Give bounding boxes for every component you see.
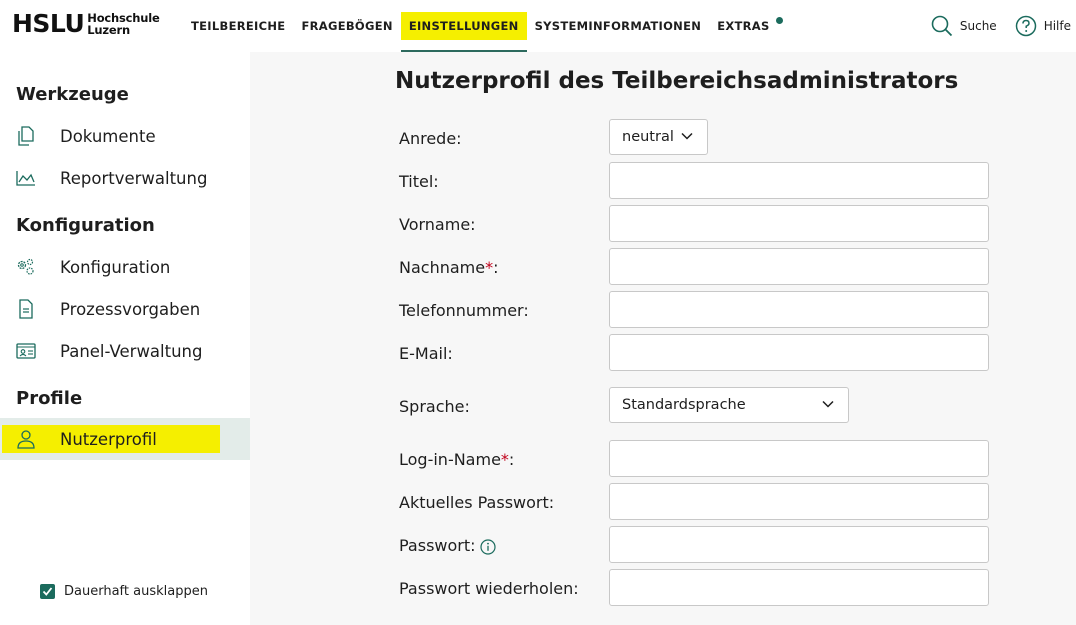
vorname-input[interactable] bbox=[609, 205, 989, 242]
required-marker: * bbox=[500, 450, 509, 469]
nav-systeminformationen[interactable]: SYSTEMINFORMATIONEN bbox=[527, 0, 710, 52]
nav-teilbereiche[interactable]: TEILBEREICHE bbox=[183, 0, 293, 52]
file-icon bbox=[16, 299, 36, 319]
main-nav: TEILBEREICHE FRAGEBÖGEN EINSTELLUNGEN SY… bbox=[183, 0, 784, 52]
sidebar-heading-profile: Profile bbox=[16, 388, 83, 409]
gears-icon bbox=[16, 257, 36, 277]
id-card-icon bbox=[16, 341, 36, 361]
keep-expanded-toggle[interactable]: Dauerhaft ausklappen bbox=[40, 584, 208, 599]
aktuelles-passwort-input[interactable] bbox=[609, 483, 989, 520]
passwort-wiederholen-input[interactable] bbox=[609, 569, 989, 606]
chevron-down-icon bbox=[681, 132, 693, 140]
label-passwort: Passwort: bbox=[399, 536, 496, 555]
label-passwort-wiederholen: Passwort wiederholen: bbox=[399, 579, 579, 598]
nachname-input[interactable] bbox=[609, 248, 989, 285]
label-titel: Titel: bbox=[399, 172, 439, 191]
telefonnummer-input[interactable] bbox=[609, 291, 989, 328]
notification-dot bbox=[775, 17, 783, 24]
label-email: E-Mail: bbox=[399, 344, 453, 363]
help-icon bbox=[1015, 15, 1036, 37]
redacted-value bbox=[615, 450, 723, 470]
sidebar-heading-konfiguration: Konfiguration bbox=[16, 215, 155, 236]
info-icon[interactable] bbox=[479, 538, 496, 555]
nav-extras[interactable]: EXTRAS bbox=[709, 0, 783, 52]
search-icon bbox=[931, 15, 953, 37]
sidebar-heading-werkzeuge: Werkzeuge bbox=[16, 84, 129, 105]
nav-einstellungen[interactable]: EINSTELLUNGEN bbox=[400, 0, 527, 52]
label-nachname: Nachname*: bbox=[399, 258, 499, 277]
label-sprache: Sprache: bbox=[399, 397, 470, 416]
header-tools: Suche Hilfe bbox=[913, 0, 1071, 52]
label-telefonnummer: Telefonnummer: bbox=[399, 301, 529, 320]
help-button[interactable]: Hilfe bbox=[1015, 15, 1071, 37]
sidebar-item-nutzerprofil[interactable]: Nutzerprofil bbox=[0, 418, 250, 460]
label-aktuelles-passwort: Aktuelles Passwort: bbox=[399, 493, 555, 512]
sidebar-item-konfiguration[interactable]: Konfiguration bbox=[0, 246, 250, 288]
passwort-input[interactable] bbox=[609, 526, 989, 563]
chart-icon bbox=[16, 168, 36, 188]
hslu-logo[interactable]: HSLU Hochschule Luzern bbox=[12, 11, 160, 36]
logo-wordmark: HSLU bbox=[12, 9, 85, 38]
email-input[interactable] bbox=[609, 334, 989, 371]
logo-subtitle: Hochschule Luzern bbox=[87, 10, 160, 37]
required-marker: * bbox=[485, 258, 494, 277]
user-icon bbox=[16, 429, 36, 449]
sidebar: Werkzeuge Dokumente Reportverwaltung Kon… bbox=[0, 52, 250, 625]
chevron-down-icon bbox=[822, 400, 834, 408]
sidebar-item-reportverwaltung[interactable]: Reportverwaltung bbox=[0, 157, 250, 199]
checkmark-icon bbox=[42, 587, 53, 596]
search-button[interactable]: Suche bbox=[931, 15, 997, 37]
keep-expanded-checkbox[interactable] bbox=[40, 584, 55, 599]
page-title: Nutzerprofil des Teilbereichsadministrat… bbox=[395, 68, 959, 94]
sprache-select[interactable]: Standardsprache bbox=[609, 387, 849, 423]
nav-frageboegen[interactable]: FRAGEBÖGEN bbox=[293, 0, 400, 52]
label-vorname: Vorname: bbox=[399, 215, 476, 234]
label-login-name: Log-in-Name*: bbox=[399, 450, 515, 469]
documents-icon bbox=[16, 126, 36, 146]
anrede-select[interactable]: neutral bbox=[609, 119, 708, 155]
label-anrede: Anrede: bbox=[399, 129, 462, 148]
sidebar-item-panel-verwaltung[interactable]: Panel-Verwaltung bbox=[0, 330, 250, 372]
top-bar: HSLU Hochschule Luzern TEILBEREICHE FRAG… bbox=[0, 0, 1076, 52]
login-name-input[interactable] bbox=[609, 440, 989, 477]
redacted-value bbox=[615, 257, 713, 277]
sidebar-item-dokumente[interactable]: Dokumente bbox=[0, 115, 250, 157]
main-content: Nutzerprofil des Teilbereichsadministrat… bbox=[250, 52, 1076, 625]
titel-input[interactable] bbox=[609, 162, 989, 199]
sidebar-item-prozessvorgaben[interactable]: Prozessvorgaben bbox=[0, 288, 250, 330]
